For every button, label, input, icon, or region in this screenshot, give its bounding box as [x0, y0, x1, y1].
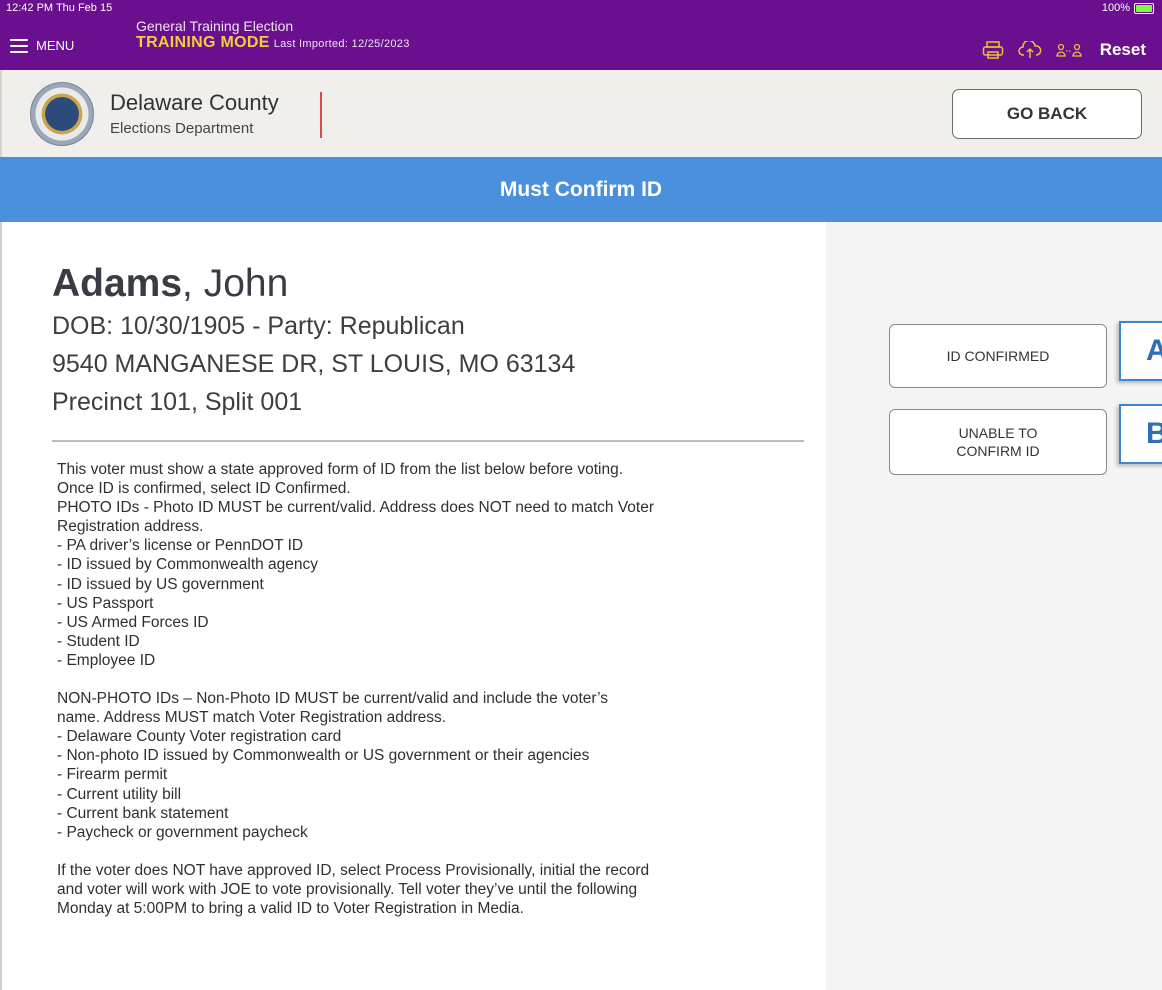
top-bar: 12:42 PM Thu Feb 15 100% MENU General Tr…: [0, 0, 1162, 70]
instruction-line: NON-PHOTO IDs – Non-Photo ID MUST be cur…: [57, 690, 609, 708]
instruction-line: - Firearm permit: [57, 766, 168, 784]
hamburger-icon: [10, 38, 28, 53]
voter-last-name: Adams: [52, 262, 183, 305]
instruction-line: - Student ID: [57, 632, 140, 650]
cloud-upload-icon[interactable]: [1017, 41, 1042, 59]
instruction-line: - Current bank statement: [57, 804, 229, 822]
instruction-line: - Delaware County Voter registration car…: [57, 728, 342, 746]
page-title-banner: Must Confirm ID: [0, 157, 1162, 222]
go-back-button[interactable]: GO BACK: [952, 89, 1142, 139]
instruction-line: PHOTO IDs - Photo ID MUST be current/val…: [57, 499, 655, 517]
org-name: Delaware County: [110, 90, 279, 115]
county-seal-logo: [30, 82, 94, 146]
unable-to-confirm-id-button[interactable]: UNABLE TO CONFIRM ID: [889, 409, 1107, 475]
instruction-line: Registration address.: [57, 518, 204, 536]
instruction-line: and voter will work with JOE to vote pro…: [57, 880, 638, 898]
training-mode-label: TRAINING MODE Last Imported: 12/25/2023: [136, 34, 410, 51]
voter-precinct: Precinct 101, Split 001: [52, 388, 303, 416]
instruction-line: - ID issued by Commonwealth agency: [57, 556, 319, 574]
users-sync-icon[interactable]: [1056, 42, 1082, 58]
election-name: General Training Election: [136, 18, 294, 34]
org-department: Elections Department: [110, 120, 254, 137]
header-divider: [320, 92, 322, 138]
instruction-line: If the voter does NOT have approved ID, …: [57, 861, 650, 879]
instruction-line: - Employee ID: [57, 651, 156, 669]
instruction-line: - Paycheck or government paycheck: [57, 823, 308, 841]
voter-first-name: , John: [182, 262, 289, 305]
id-instructions: This voter must show a state approved fo…: [57, 460, 817, 918]
annotation-tag-a: A: [1119, 321, 1162, 381]
instruction-line: - ID issued by US government: [57, 575, 264, 593]
status-battery: 100%: [1102, 2, 1154, 14]
left-edge: [0, 222, 2, 990]
divider: [52, 440, 804, 442]
battery-icon: [1134, 2, 1154, 14]
id-confirmed-button[interactable]: ID CONFIRMED: [889, 324, 1107, 388]
instruction-line: This voter must show a state approved fo…: [57, 461, 623, 478]
annotation-tag-b: B: [1119, 404, 1162, 464]
election-info: General Training Election TRAINING MODE L…: [136, 18, 410, 52]
instruction-line: - US Passport: [57, 594, 154, 612]
voter-address: 9540 MANGANESE DR, ST LOUIS, MO 63134: [52, 350, 576, 378]
status-time-date: 12:42 PM Thu Feb 15: [6, 2, 113, 14]
photo-id-section: This voter must show a state approved fo…: [57, 460, 817, 670]
instruction-line: Monday at 5:00PM to bring a valid ID to …: [57, 899, 524, 917]
reset-button[interactable]: Reset: [1100, 40, 1146, 60]
provisional-section: If the voter does NOT have approved ID, …: [57, 861, 817, 918]
instruction-line: - Non-photo ID issued by Commonwealth or…: [57, 747, 590, 765]
top-actions: Reset: [982, 40, 1146, 60]
voter-name: Adams, John: [52, 262, 288, 306]
battery-percent: 100%: [1101, 2, 1130, 14]
instruction-line: - US Armed Forces ID: [57, 613, 209, 631]
last-imported: Last Imported: 12/25/2023: [273, 38, 410, 50]
voter-dob-party: DOB: 10/30/1905 - Party: Republican: [52, 312, 465, 340]
instruction-line: - Current utility bill: [57, 785, 182, 803]
instruction-line: Once ID is confirmed, select ID Confirme…: [57, 480, 351, 498]
menu-button[interactable]: MENU: [10, 38, 74, 53]
non-photo-id-section: NON-PHOTO IDs – Non-Photo ID MUST be cur…: [57, 689, 817, 842]
instruction-line: - PA driver’s license or PennDOT ID: [57, 537, 304, 555]
instruction-line: name. Address MUST match Voter Registrat…: [57, 709, 447, 727]
printer-icon[interactable]: [982, 41, 1004, 59]
menu-label: MENU: [36, 38, 75, 53]
